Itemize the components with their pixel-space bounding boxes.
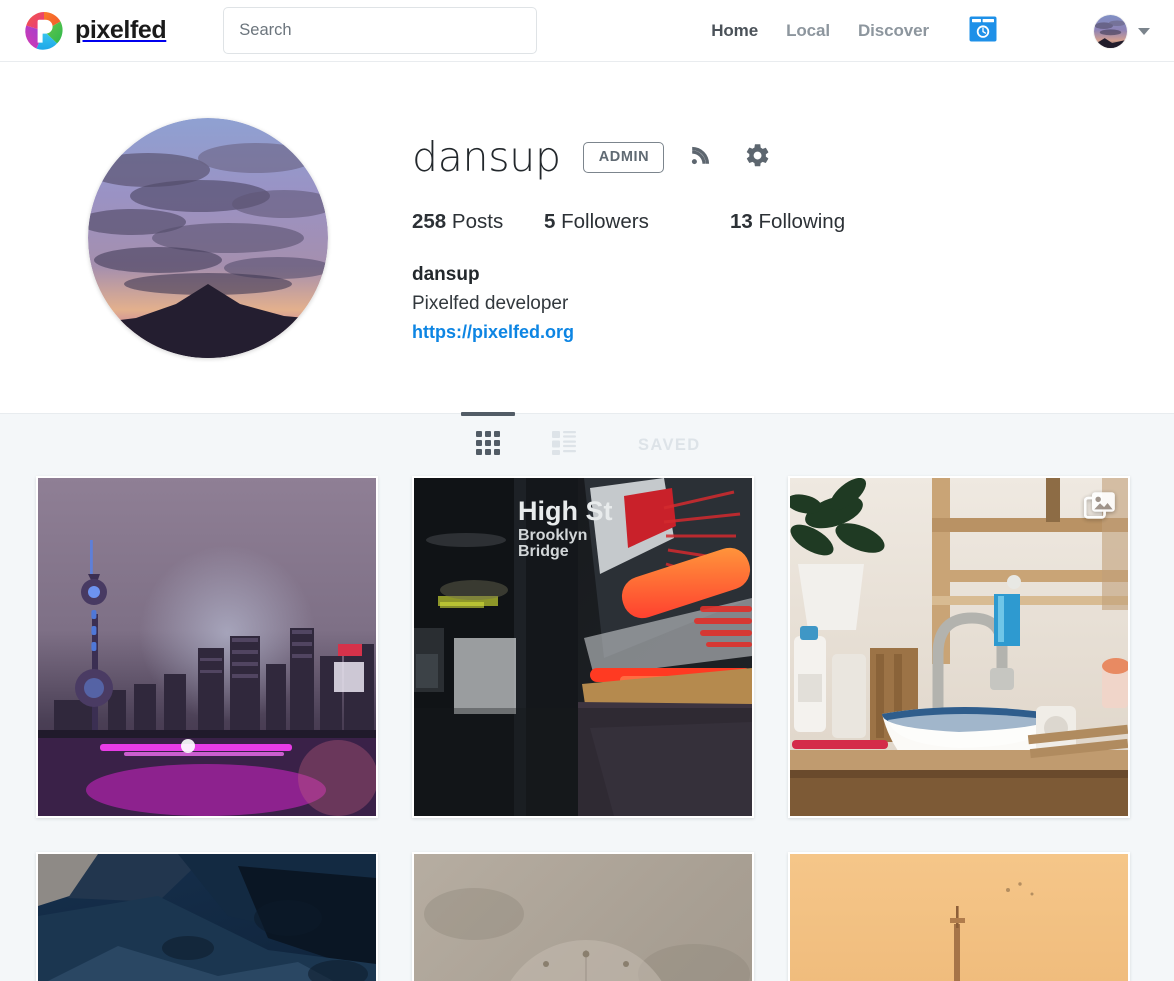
brand-home-link[interactable]: pixelfed bbox=[24, 11, 167, 51]
username-row: dansup ADMIN bbox=[412, 137, 845, 178]
album-stack-icon bbox=[1084, 490, 1116, 522]
post-grid: High St Brooklyn Bridge bbox=[0, 476, 1174, 981]
chevron-down-icon bbox=[1138, 27, 1150, 35]
nav-link-local[interactable]: Local bbox=[786, 21, 830, 41]
page-title: dansup bbox=[412, 133, 561, 181]
stat-posts[interactable]: 258 Posts bbox=[412, 210, 544, 234]
profile-bio: dansup Pixelfed developer https://pixelf… bbox=[412, 261, 845, 346]
post-cell-1[interactable] bbox=[36, 476, 378, 818]
navbar-right-group: Home Local Discover bbox=[711, 0, 1174, 62]
pixelfed-logo-icon bbox=[24, 11, 64, 51]
profile-tabs-bar: SAVED bbox=[0, 412, 1174, 476]
bio-website-link[interactable]: https://pixelfed.org bbox=[412, 320, 574, 346]
search-input[interactable] bbox=[223, 7, 538, 54]
search-container bbox=[223, 7, 538, 54]
stat-posts-label: Posts bbox=[451, 210, 504, 233]
post-cell-2[interactable]: High St Brooklyn Bridge bbox=[412, 476, 754, 818]
grid-icon bbox=[475, 430, 501, 461]
stat-following-label: Following bbox=[758, 210, 846, 233]
rss-icon bbox=[689, 143, 713, 172]
tab-grid[interactable] bbox=[461, 412, 515, 476]
status-badge: ADMIN bbox=[582, 142, 665, 173]
rss-feed-button[interactable] bbox=[689, 143, 713, 172]
stat-following-count: 13 bbox=[730, 210, 753, 233]
list-icon bbox=[551, 430, 577, 461]
account-menu-button[interactable] bbox=[1094, 14, 1150, 48]
stat-followers[interactable]: 5 Followers bbox=[544, 210, 730, 234]
profile-avatar[interactable] bbox=[88, 118, 328, 358]
tab-saved[interactable]: SAVED bbox=[638, 414, 701, 476]
post-cell-3[interactable] bbox=[788, 476, 1130, 818]
profile-stats: 258 Posts 5 Followers 13 Following bbox=[412, 210, 845, 234]
settings-button[interactable] bbox=[744, 142, 771, 174]
nav-link-discover[interactable]: Discover bbox=[858, 21, 929, 41]
bio-description: Pixelfed developer bbox=[412, 293, 569, 315]
stat-posts-count: 258 bbox=[412, 210, 447, 233]
camera-icon bbox=[969, 16, 997, 47]
gear-icon bbox=[744, 142, 771, 174]
brand-name: pixelfed bbox=[75, 16, 167, 44]
post-cell-5[interactable] bbox=[412, 852, 754, 981]
tab-list[interactable] bbox=[542, 414, 586, 476]
post-cell-6[interactable] bbox=[788, 852, 1130, 981]
stat-following[interactable]: 13 Following bbox=[730, 210, 845, 234]
stat-followers-label: Followers bbox=[561, 210, 649, 233]
profile-header: dansup ADMIN 258 Posts 5 Followers 13 Fo… bbox=[0, 62, 1174, 414]
primary-nav-links: Home Local Discover bbox=[711, 21, 929, 41]
svg-text:Bridge: Bridge bbox=[518, 543, 569, 560]
svg-text:Brooklyn: Brooklyn bbox=[518, 527, 587, 544]
avatar bbox=[1094, 14, 1127, 48]
top-navbar: pixelfed Home Local Discover bbox=[0, 0, 1174, 62]
nav-link-home[interactable]: Home bbox=[711, 21, 758, 41]
profile-details: dansup ADMIN 258 Posts 5 Followers 13 Fo… bbox=[412, 118, 845, 358]
svg-text:High St: High St bbox=[518, 496, 613, 526]
post-cell-4[interactable] bbox=[36, 852, 378, 981]
stat-followers-count: 5 bbox=[544, 210, 556, 233]
bio-display-name: dansup bbox=[412, 264, 480, 285]
compose-button[interactable] bbox=[969, 16, 997, 47]
active-tab-indicator bbox=[461, 412, 515, 416]
